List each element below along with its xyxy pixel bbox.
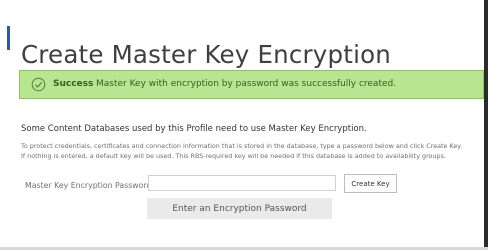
intro-text: Some Content Databases used by this Prof… — [21, 124, 367, 134]
create-key-button[interactable]: Create Key — [344, 174, 397, 193]
window-right-edge — [484, 0, 488, 250]
password-input[interactable] — [148, 175, 336, 191]
validation-message: Enter an Encryption Password — [147, 198, 332, 219]
page-title: Create Master Key Encryption — [21, 40, 391, 70]
help-text-line: If nothing is entered, a default key wil… — [21, 151, 446, 160]
success-banner: Success Master Key with encryption by pa… — [19, 70, 484, 99]
password-label: Master Key Encryption Password: — [25, 181, 155, 190]
help-text-line: To protect credentials, certificates and… — [21, 142, 463, 150]
success-label: Success — [53, 79, 94, 89]
help-text: To protect credentials, certificates and… — [21, 142, 488, 161]
success-message: Master Key with encryption by password w… — [96, 79, 397, 89]
check-circle-icon — [31, 77, 46, 92]
title-accent-bar — [7, 26, 10, 50]
